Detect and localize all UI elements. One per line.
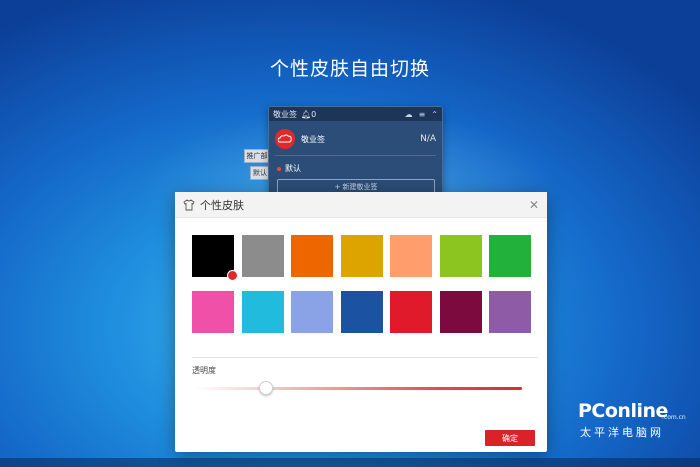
menu-icon[interactable]: ≡ xyxy=(419,110,426,119)
color-swatch[interactable] xyxy=(192,291,234,333)
dot-icon xyxy=(277,166,281,171)
collapse-icon[interactable]: ⌃ xyxy=(431,110,438,119)
color-swatch[interactable] xyxy=(241,291,284,333)
note-app-window: 敬业签 🔔︎ 0 ☁ ≡ ⌃ 敬业签 N/A 默认 + 新建敬业签 xyxy=(268,106,443,202)
default-group-label: 默认 xyxy=(285,164,301,173)
opacity-slider-handle[interactable] xyxy=(259,381,274,395)
color-swatch[interactable] xyxy=(390,235,432,277)
bell-icon[interactable]: 🔔︎ xyxy=(301,110,311,119)
color-swatch[interactable] xyxy=(192,235,238,285)
note-status: N/A xyxy=(420,134,436,144)
bell-count: 0 xyxy=(311,109,317,119)
color-swatch[interactable] xyxy=(489,235,531,277)
taskbar xyxy=(0,458,700,467)
color-swatch[interactable] xyxy=(439,235,482,277)
page-headline: 个性皮肤自由切换 xyxy=(269,58,430,80)
close-icon[interactable]: ✕ xyxy=(529,198,539,212)
app-logo-icon xyxy=(275,129,295,149)
note-divider xyxy=(275,155,436,156)
opacity-slider-track[interactable] xyxy=(194,387,522,390)
watermark-sub: 太平洋电脑网 xyxy=(580,426,664,439)
watermark-domain: .com.cn xyxy=(662,414,686,421)
color-swatch[interactable] xyxy=(291,235,333,277)
color-swatch[interactable] xyxy=(489,291,531,333)
note-app-name: 敬业签 xyxy=(301,134,325,144)
watermark-brand: PConline xyxy=(578,400,668,422)
skin-dialog: 个性皮肤 ✕ 透明度 确定 xyxy=(175,192,547,452)
color-swatch[interactable] xyxy=(340,291,383,333)
color-swatch[interactable] xyxy=(340,235,383,277)
window-controls: ☁ ≡ ⌃ xyxy=(405,110,438,119)
divider xyxy=(192,357,538,358)
color-swatch[interactable] xyxy=(291,291,333,333)
shirt-icon xyxy=(183,198,195,210)
opacity-label: 透明度 xyxy=(192,366,216,375)
pconline-watermark: PConline .com.cn 太平洋电脑网 xyxy=(578,400,688,450)
color-swatch[interactable] xyxy=(439,291,482,333)
note-default-group[interactable]: 默认 xyxy=(277,163,301,174)
confirm-button[interactable]: 确定 xyxy=(485,430,535,446)
dialog-title: 个性皮肤 xyxy=(200,198,244,212)
side-tab-default[interactable]: 默认 xyxy=(250,166,270,180)
dialog-header: 个性皮肤 ✕ xyxy=(175,192,547,218)
cloud-icon[interactable]: ☁ xyxy=(405,110,413,119)
side-tab-group[interactable]: 推广部 xyxy=(244,149,270,163)
color-swatch[interactable] xyxy=(390,291,432,333)
note-titlebar: 敬业签 🔔︎ 0 ☁ ≡ ⌃ xyxy=(269,107,442,121)
note-header: 敬业签 N/A xyxy=(275,125,436,153)
check-icon xyxy=(227,270,238,285)
note-title: 敬业签 xyxy=(273,109,297,119)
color-swatch[interactable] xyxy=(241,235,284,277)
